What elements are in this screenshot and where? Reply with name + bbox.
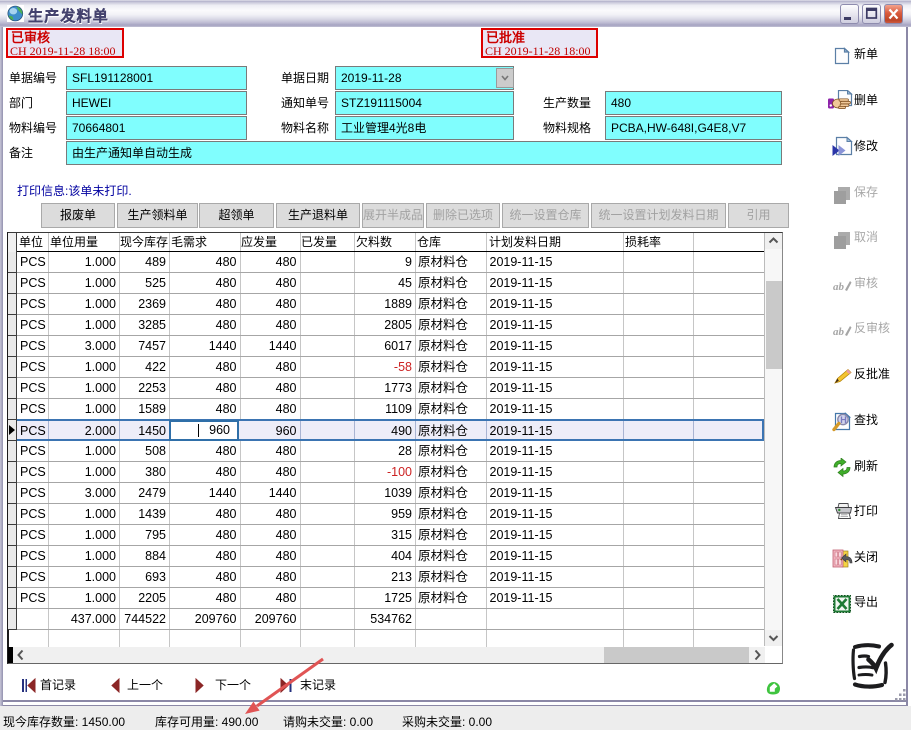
svg-text:H: H xyxy=(840,415,847,425)
svg-text:ab: ab xyxy=(833,326,845,338)
svg-text:ab: ab xyxy=(833,281,845,293)
